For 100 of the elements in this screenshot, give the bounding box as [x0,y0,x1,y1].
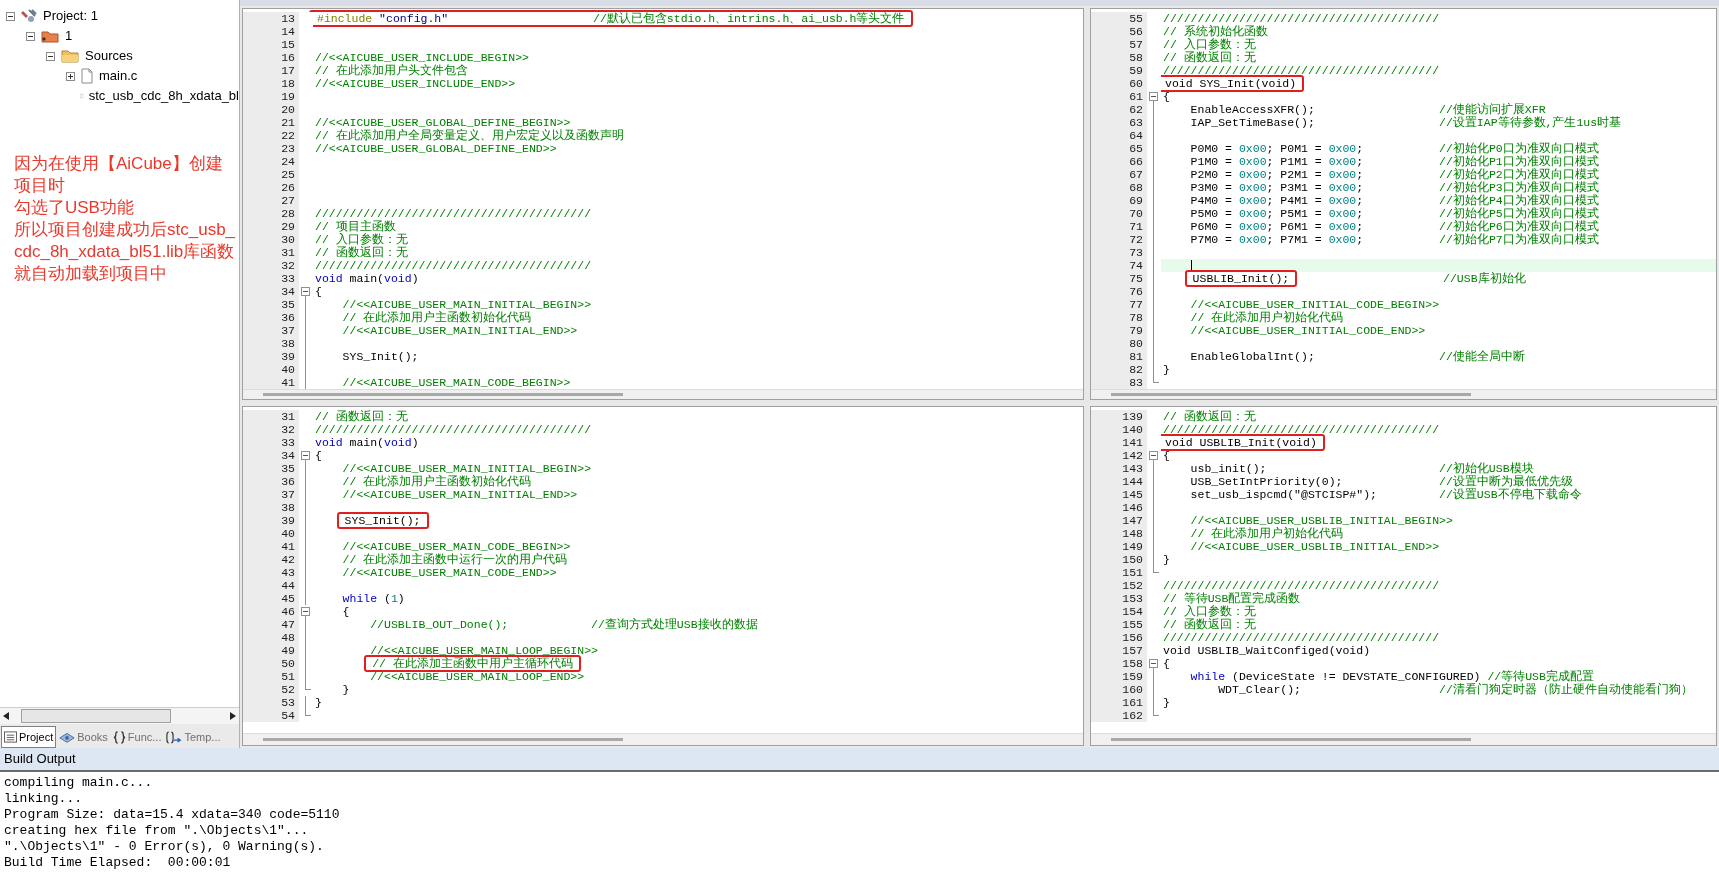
code-editor[interactable] [1090,8,1717,400]
scrollbar[interactable] [1091,733,1716,745]
panel-title: Build Output [4,750,76,769]
line-number: 26 [281,181,295,194]
code-comment: //设置中断为最低优先级 [1438,475,1573,488]
collapse-icon[interactable] [46,51,55,61]
fold-icon[interactable] [301,449,310,462]
line-number: 82 [1129,363,1143,376]
line-number: 149 [1122,540,1143,553]
code-editor[interactable] [242,406,1084,746]
code-text: P1M0 = 0x00; P1M1 = 0x00; [1189,155,1364,168]
fold-icon[interactable] [1149,657,1158,670]
line-number: 80 [1129,337,1143,350]
code-text: { [1163,90,1170,103]
scrollbar-thumb[interactable] [21,709,171,723]
line-number: 46 [281,605,295,618]
tree-item[interactable]: main.c [99,66,138,86]
code-text: // 系统初始化函数 [1163,25,1268,38]
collapse-icon[interactable] [6,11,15,21]
line-number: 76 [1129,285,1143,298]
code-text: // 在此添加用户初始化代码 [1189,527,1344,540]
panel-tab[interactable]: Project [1,726,57,748]
line-number: 75 [1129,272,1143,285]
scroll-right-icon[interactable] [230,712,236,720]
line-number: 39 [281,514,295,527]
tree-item[interactable]: stc_usb_cdc_8h_xdata_bl [88,86,239,106]
code-text: //<<AICUBE_USER_MAIN_CODE_BEGIN>> [341,376,571,389]
line-number: 32 [281,423,295,436]
output-line: compiling main.c... [4,775,153,791]
line-number: 67 [1129,168,1143,181]
code-text: P6M0 = 0x00; P6M1 = 0x00; [1189,220,1364,233]
code-text: //<<AICUBE_USER_MAIN_LOOP_BEGIN>> [369,644,598,657]
line-number: 38 [281,501,295,514]
line-number: 31 [281,410,295,423]
line-number: 143 [1122,462,1143,475]
folder-icon [60,48,80,64]
code-text: SYS_Init(); [341,350,419,363]
line-number: 16 [281,51,295,64]
scrollbar[interactable] [1091,389,1716,399]
line-number: 60 [1129,77,1143,90]
code-text: P5M0 = 0x00; P5M1 = 0x00; [1189,207,1364,220]
line-number: 151 [1122,566,1143,579]
code-text: USB_SetIntPriority(0); [1189,475,1343,488]
line-number: 145 [1122,488,1143,501]
code-editor[interactable] [1090,406,1717,746]
line-number: 57 [1129,38,1143,51]
fold-icon[interactable] [301,285,310,298]
line-number: 40 [281,363,295,376]
line-number: 41 [281,540,295,553]
code-comment: //初始化P7口为准双向口模式 [1438,233,1599,246]
line-number: 31 [281,246,295,259]
line-number: 77 [1129,298,1143,311]
line-number: 150 [1122,553,1143,566]
line-number: 34 [281,285,295,298]
tree-item[interactable]: Sources [85,46,133,66]
code-editor[interactable] [242,8,1084,400]
line-number: 14 [281,25,295,38]
line-number: 41 [281,376,295,389]
line-number: 36 [281,311,295,324]
code-text: // 在此添加用户头文件包含 [315,64,468,77]
tree-item[interactable]: 1 [65,26,73,46]
fold-icon[interactable] [301,605,310,618]
line-number: 28 [281,207,295,220]
line-number: 147 [1122,514,1143,527]
highlighted-code: #include "config.h" //默认已包含stdio.h、intrins.h、ai_usb.h等头文件 [309,10,913,27]
line-number: 62 [1129,103,1143,116]
code-text: EnableAccessXFR(); [1189,103,1315,116]
code-text: } [341,683,350,696]
code-text: void USBLIB_WaitConfiged(void) [1163,644,1371,657]
scrollbar[interactable] [243,389,1083,399]
collapse-icon[interactable] [26,31,35,41]
code-text: { [341,605,350,618]
code-text: // 函数返回：无 [315,246,408,259]
fold-icon[interactable] [1149,449,1158,462]
line-number: 47 [281,618,295,631]
code-text: //<<AICUBE_USER_GLOBAL_DEFINE_BEGIN>> [315,116,571,129]
scroll-left-icon[interactable] [3,712,9,720]
code-text: //<<AICUBE_USER_MAIN_INITIAL_END>> [341,488,578,501]
line-number: 142 [1122,449,1143,462]
code-text: set_usb_ispcmd("@STCISP#"); [1189,488,1377,501]
code-text: //////////////////////////////////////// [1163,631,1440,644]
fold-icon[interactable] [1149,90,1158,103]
line-number: 34 [281,449,295,462]
scrollbar[interactable] [243,733,1083,745]
code-text: // 入口参数：无 [1163,605,1256,618]
line-number: 55 [1129,12,1143,25]
code-comment: //初始化P2口为准双向口模式 [1438,168,1599,181]
code-text: //<<AICUBE_USER_INITIAL_CODE_BEGIN>> [1189,298,1440,311]
line-number: 59 [1129,64,1143,77]
code-text: // 入口参数：无 [1163,38,1256,51]
expand-icon[interactable] [66,71,75,81]
highlighted-code: SYS_Init(); [336,512,429,529]
tree-item[interactable]: Project: 1 [43,6,98,26]
code-comment: //清看门狗定时器（防止硬件自动使能看门狗） [1439,683,1693,696]
line-number: 36 [281,475,295,488]
code-text: { [315,285,322,298]
code-text: while (1) [341,592,405,605]
line-number: 19 [281,90,295,103]
line-number: 21 [281,116,295,129]
line-number: 30 [281,233,295,246]
